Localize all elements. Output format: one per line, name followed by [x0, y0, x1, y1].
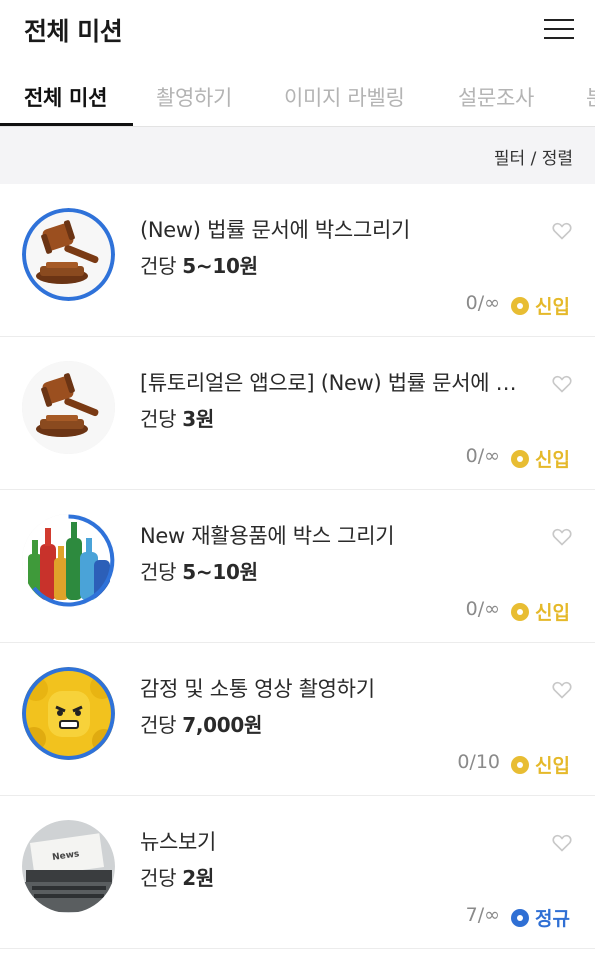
price-amount: 5~10원 [182, 560, 258, 584]
mission-item[interactable]: New 재활용품에 박스 그리기 건당 5~10원 0/∞ 신입 [0, 490, 595, 643]
coin-icon [511, 449, 529, 468]
toy-face-icon [22, 667, 115, 760]
bottles-icon [22, 514, 115, 607]
price-amount: 5~10원 [182, 254, 258, 278]
mission-price: 건당 7,000원 [140, 709, 262, 738]
level-badge: 신입 [511, 292, 570, 319]
price-prefix: 건당 [140, 560, 177, 584]
level-badge: 정규 [511, 904, 570, 931]
participation-count: 0/10 [457, 751, 500, 773]
regular-badge-icon [511, 908, 529, 927]
app-header: 전체 미션 [0, 0, 595, 62]
tab-filming[interactable]: 촬영하기 [156, 82, 232, 112]
participation-count: 7/∞ [465, 904, 500, 926]
hamburger-menu-icon[interactable] [542, 16, 576, 42]
coin-icon [511, 602, 529, 621]
level-badge: 신입 [511, 445, 570, 472]
price-prefix: 건당 [140, 866, 177, 890]
price-amount: 7,000원 [182, 713, 263, 737]
price-prefix: 건당 [140, 713, 177, 737]
mission-title: 감정 및 소통 영상 촬영하기 [140, 677, 375, 701]
price-prefix: 건당 [140, 254, 177, 278]
mission-list: (New) 법률 문서에 박스그리기 건당 5~10원 0/∞ 신입 [튜토리얼… [0, 184, 595, 949]
price-amount: 3원 [182, 407, 214, 431]
gavel-icon [22, 361, 115, 454]
gavel-icon [22, 208, 115, 301]
typewriter-icon: News [22, 820, 115, 913]
mission-title: [튜토리얼은 앱으로] (New) 법률 문서에 … [140, 371, 517, 395]
badge-label: 신입 [535, 449, 570, 471]
price-amount: 2원 [182, 866, 214, 890]
mission-price: 건당 5~10원 [140, 556, 258, 585]
heart-icon[interactable] [552, 834, 572, 852]
mission-title: 뉴스보기 [140, 830, 217, 854]
tab-image-labeling[interactable]: 이미지 라벨링 [284, 82, 405, 112]
filter-sort-button[interactable]: 필터 / 정렬 [494, 144, 573, 169]
coin-icon [511, 755, 529, 774]
page-title: 전체 미션 [24, 17, 123, 46]
tab-partial[interactable]: 분 [586, 82, 595, 112]
badge-label: 신입 [535, 755, 570, 777]
tab-survey[interactable]: 설문조사 [458, 82, 534, 112]
mission-title: (New) 법률 문서에 박스그리기 [140, 218, 411, 242]
heart-icon[interactable] [552, 375, 572, 393]
participation-count: 0/∞ [465, 598, 500, 620]
mission-item[interactable]: [튜토리얼은 앱으로] (New) 법률 문서에 … 건당 3원 0/∞ 신입 [0, 337, 595, 490]
heart-icon[interactable] [552, 681, 572, 699]
mission-item[interactable]: News 뉴스보기 건당 2원 7/∞ 정규 [0, 796, 595, 949]
heart-icon[interactable] [552, 222, 572, 240]
level-badge: 신입 [511, 598, 570, 625]
badge-label: 신입 [535, 602, 570, 624]
mission-price: 건당 5~10원 [140, 250, 258, 279]
mission-tabs: 전체 미션 촬영하기 이미지 라벨링 설문조사 분 [0, 62, 595, 127]
tab-all-missions[interactable]: 전체 미션 [24, 82, 107, 112]
badge-label: 정규 [535, 908, 570, 930]
badge-label: 신입 [535, 296, 570, 318]
heart-icon[interactable] [552, 528, 572, 546]
participation-count: 0/∞ [465, 445, 500, 467]
price-prefix: 건당 [140, 407, 177, 431]
mission-price: 건당 3원 [140, 403, 214, 432]
mission-item[interactable]: 감정 및 소통 영상 촬영하기 건당 7,000원 0/10 신입 [0, 643, 595, 796]
active-tab-indicator [0, 123, 133, 126]
filter-bar: 필터 / 정렬 [0, 127, 595, 184]
participation-count: 0/∞ [465, 292, 500, 314]
level-badge: 신입 [511, 751, 570, 778]
mission-item[interactable]: (New) 법률 문서에 박스그리기 건당 5~10원 0/∞ 신입 [0, 184, 595, 337]
mission-title: New 재활용품에 박스 그리기 [140, 524, 395, 548]
mission-price: 건당 2원 [140, 862, 214, 891]
coin-icon [511, 296, 529, 315]
